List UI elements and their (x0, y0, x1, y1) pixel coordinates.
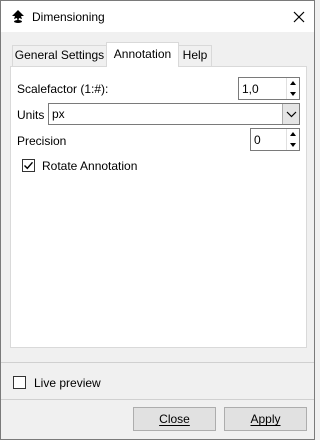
tab-general-settings[interactable]: General Settings (12, 45, 107, 66)
spin-down-icon[interactable] (287, 89, 299, 99)
units-value: px (52, 107, 65, 121)
live-preview-checkbox[interactable] (13, 376, 26, 389)
tab-annotation[interactable]: Annotation (106, 42, 179, 67)
dimensioning-dialog: Dimensioning General Settings Annotation… (0, 0, 315, 440)
close-button-label: Close (159, 412, 190, 426)
spin-arrows (286, 129, 299, 150)
chevron-down-icon (286, 111, 297, 118)
precision-value[interactable]: 0 (254, 133, 261, 147)
units-combobox[interactable]: px (48, 103, 300, 125)
window-title: Dimensioning (32, 10, 105, 24)
spin-up-icon[interactable] (287, 129, 299, 139)
annotation-panel: Scalefactor (1:#): 1,0 Units px Precisio… (10, 66, 307, 348)
scalefactor-value[interactable]: 1,0 (242, 82, 259, 96)
close-icon[interactable] (289, 7, 309, 27)
title-bar[interactable]: Dimensioning (1, 1, 314, 32)
tab-help[interactable]: Help (178, 45, 212, 66)
spin-up-icon[interactable] (287, 78, 299, 88)
precision-label: Precision (17, 134, 67, 148)
close-button[interactable]: Close (133, 407, 216, 431)
checkmark-icon (24, 161, 34, 170)
apply-button[interactable]: Apply (224, 407, 307, 431)
spin-down-icon[interactable] (287, 140, 299, 150)
inkscape-icon (12, 10, 24, 23)
divider (1, 399, 314, 400)
rotate-annotation-label[interactable]: Rotate Annotation (42, 159, 137, 173)
units-dropdown-button[interactable] (282, 104, 299, 124)
spin-arrows (286, 78, 299, 99)
units-label: Units (17, 108, 45, 122)
live-preview-label[interactable]: Live preview (34, 376, 101, 390)
precision-spinbox[interactable]: 0 (250, 128, 300, 151)
apply-button-label: Apply (250, 412, 281, 426)
tab-strip: General Settings Annotation Help (1, 32, 314, 67)
scalefactor-spinbox[interactable]: 1,0 (238, 77, 300, 100)
rotate-annotation-checkbox[interactable] (22, 159, 35, 172)
divider (1, 362, 314, 363)
scalefactor-label: Scalefactor (1:#): (17, 82, 109, 96)
